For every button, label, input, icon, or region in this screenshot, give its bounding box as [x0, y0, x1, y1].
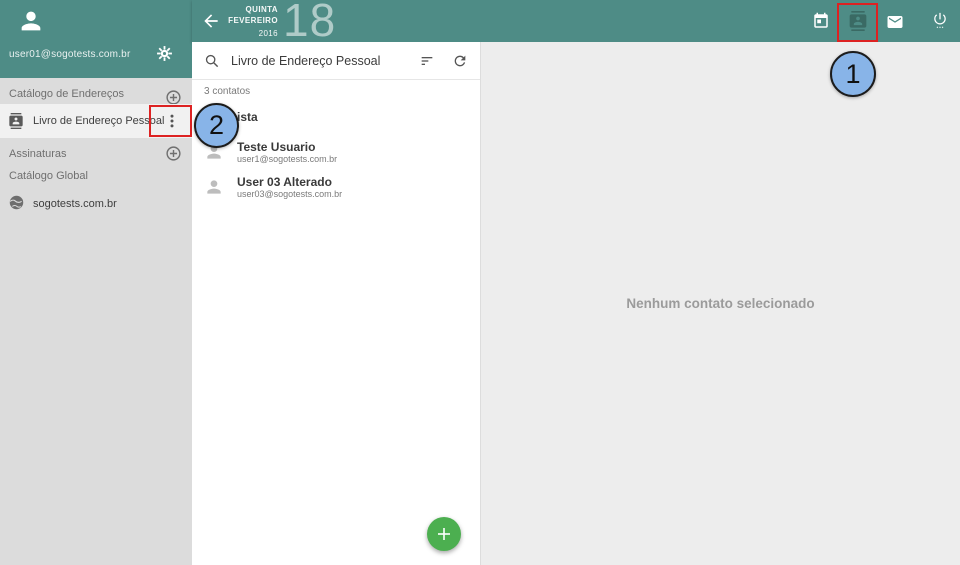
search-scope-label: Livro de Endereço Pessoal — [231, 54, 419, 68]
contact-email: user03@sogotests.com.br — [237, 189, 342, 199]
calendar-icon[interactable] — [812, 12, 830, 30]
add-contact-fab[interactable] — [427, 517, 461, 551]
detail-panel: Nenhum contato selecionado — [480, 42, 960, 565]
sogo-contacts-app: user01@sogotests.com.br Catálogo de Ende… — [0, 0, 960, 565]
contact-name: Teste Usuario — [237, 140, 315, 154]
annotation-highlight-kebab-menu — [149, 105, 192, 137]
annotation-highlight-contacts-icon — [837, 3, 878, 42]
contact-count: 3 contatos — [204, 86, 250, 97]
contact-avatar-icon — [204, 177, 224, 197]
contact-name: ista — [237, 110, 258, 124]
gear-icon[interactable] — [156, 45, 173, 62]
add-subscription-button[interactable] — [165, 145, 182, 162]
plus-icon — [436, 526, 452, 542]
globe-icon — [8, 194, 25, 211]
search-bar[interactable]: Livro de Endereço Pessoal — [192, 42, 480, 80]
person-icon — [17, 7, 45, 35]
sidebar-header-address-catalogs: Catálogo de Endereços — [9, 88, 124, 100]
search-icon — [204, 53, 220, 69]
sidebar-header-subscriptions: Assinaturas — [9, 148, 66, 160]
contact-row[interactable]: Teste Usuario user1@sogotests.com.br — [192, 135, 480, 170]
annotation-step-1-marker: 1 — [830, 51, 876, 97]
user-email: user01@sogotests.com.br — [9, 49, 130, 60]
date-month: FEVEREIRO — [210, 15, 278, 26]
sidebar: user01@sogotests.com.br Catálogo de Ende… — [0, 0, 192, 565]
contact-row[interactable]: User 03 Alterado user03@sogotests.com.br — [192, 170, 480, 205]
power-icon[interactable] — [931, 11, 949, 29]
empty-selection-message: Nenhum contato selecionado — [626, 296, 814, 311]
sort-icon[interactable] — [419, 53, 435, 69]
sidebar-item-label: sogotests.com.br — [33, 198, 117, 210]
date-day-number: 18 — [283, 0, 336, 44]
mail-icon[interactable] — [886, 13, 904, 31]
current-date: QUINTA FEVEREIRO 2016 — [210, 4, 278, 39]
sidebar-header-global-catalog: Catálogo Global — [9, 170, 88, 182]
date-year: 2016 — [210, 28, 278, 39]
date-weekday: QUINTA — [210, 4, 278, 15]
refresh-icon[interactable] — [452, 53, 468, 69]
sidebar-item-global-addressbook[interactable]: sogotests.com.br — [0, 188, 192, 216]
sidebar-account-header: user01@sogotests.com.br — [0, 0, 192, 78]
addressbook-icon — [8, 113, 24, 129]
annotation-step-2-marker: 2 — [194, 103, 239, 148]
contact-email: user1@sogotests.com.br — [237, 154, 337, 164]
contact-name: User 03 Alterado — [237, 175, 332, 189]
sidebar-item-label: Livro de Endereço Pessoal — [33, 115, 164, 127]
